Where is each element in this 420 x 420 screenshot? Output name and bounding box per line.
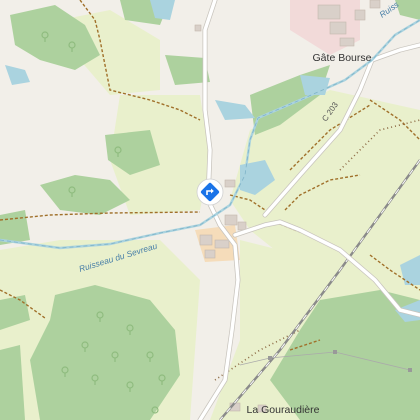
place-label-gate-bourse: Gâte Bourse — [313, 52, 372, 64]
location-marker[interactable] — [196, 178, 224, 206]
place-label-la-gouraudiere: La Gouraudière — [247, 404, 320, 416]
map-canvas[interactable]: Gâte Bourse La Gouraudière Ruisseau du S… — [0, 0, 420, 420]
